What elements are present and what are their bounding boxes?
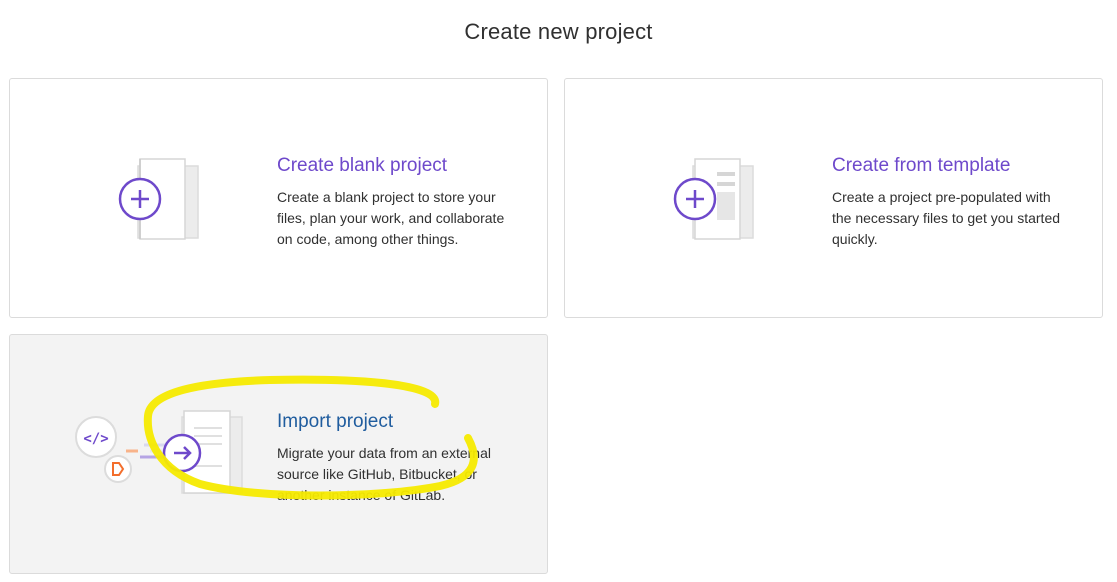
card-description: Migrate your data from an external sourc… (277, 445, 491, 503)
import-project-card[interactable]: </> Import project Migrate your data fro… (9, 334, 548, 574)
template-document-icon (673, 158, 754, 240)
svg-text:</>: </> (83, 431, 108, 447)
page-title: Create new project (464, 19, 653, 44)
card-title[interactable]: Create blank project (277, 155, 517, 177)
plus-document-icon (118, 158, 199, 240)
card-description: Create a project pre-populated with the … (832, 189, 1061, 247)
card-title[interactable]: Import project (277, 411, 517, 433)
card-description: Create a blank project to store your fil… (277, 189, 505, 247)
create-blank-project-card[interactable]: Create blank project Create a blank proj… (9, 78, 548, 318)
import-document-icon: </> (75, 410, 243, 494)
card-title[interactable]: Create from template (832, 155, 1072, 177)
create-from-template-card[interactable]: Create from template Create a project pr… (564, 78, 1103, 318)
